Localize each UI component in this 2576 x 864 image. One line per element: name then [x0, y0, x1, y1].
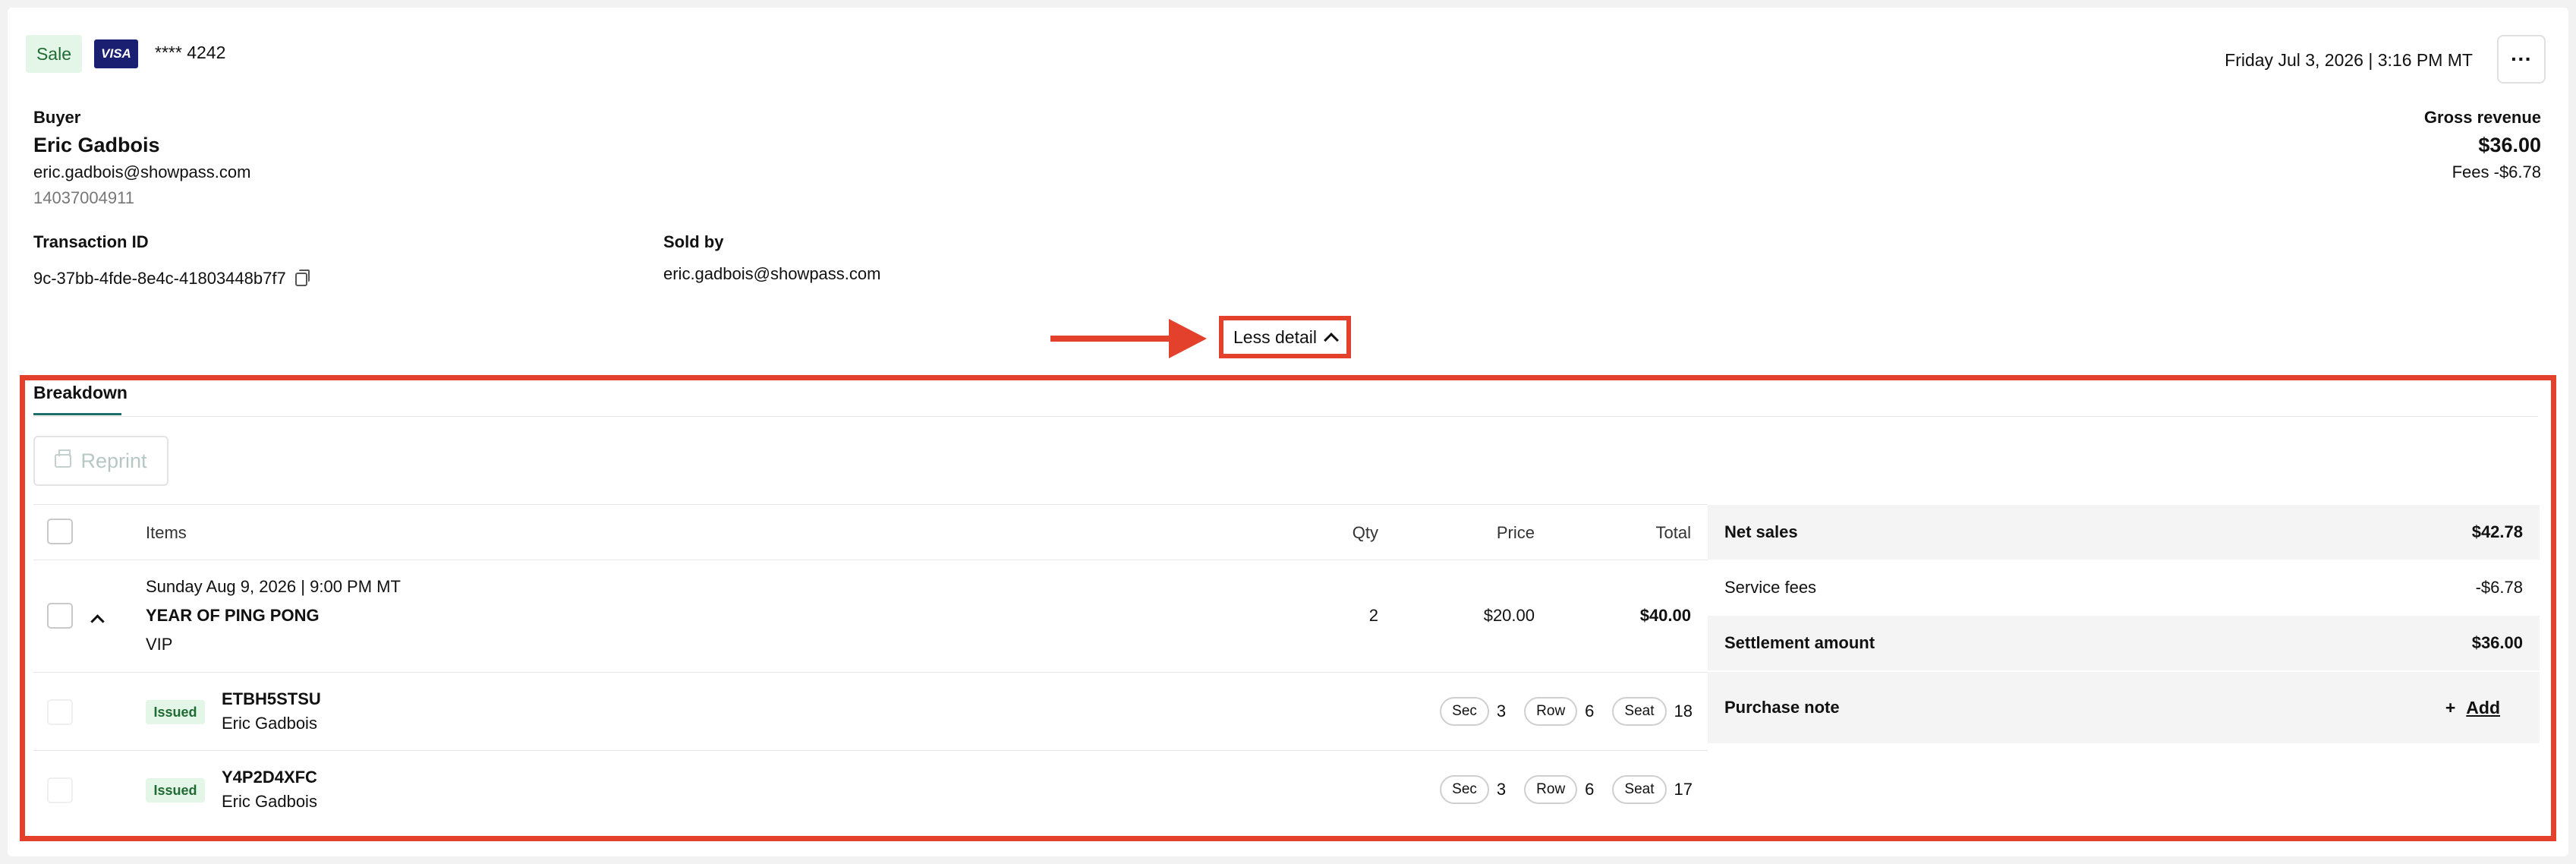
row-value: 6 — [1585, 780, 1595, 799]
less-detail-label: Less detail — [1233, 326, 1317, 347]
net-sales-value: $42.78 — [2471, 522, 2523, 541]
gross-revenue-label: Gross revenue — [2423, 108, 2541, 127]
status-badge: Issued — [146, 778, 205, 803]
seat-value: 18 — [1674, 702, 1693, 721]
item-price: $20.00 — [1483, 606, 1535, 625]
transaction-id: 9c-37bb-4fde-8e4c-41803448b7f7 — [33, 269, 286, 288]
ticket-holder: Eric Gadbois — [222, 714, 317, 733]
seat-pill: Seat — [1612, 697, 1667, 726]
item-ticket-tier: VIP — [146, 635, 173, 654]
service-fees-value: -$6.78 — [2475, 578, 2523, 597]
more-options-button[interactable]: ··· — [2497, 35, 2546, 84]
service-fees-row: Service fees -$6.78 — [1708, 560, 2540, 616]
buyer-label: Buyer — [33, 108, 81, 127]
row-pill: Row — [1524, 697, 1578, 726]
settlement-value: $36.00 — [2471, 633, 2523, 652]
plus-icon: + — [2445, 697, 2456, 717]
service-fees-label: Service fees — [1724, 578, 1817, 597]
row-pill: Row — [1524, 775, 1578, 804]
net-sales-row: Net sales $42.78 — [1708, 505, 2540, 560]
sold-by-label: Sold by — [663, 232, 724, 251]
sec-value: 3 — [1496, 780, 1507, 799]
table-row: Issued Y4P2D4XFC Eric Gadbois Sec 3 Row … — [33, 751, 1708, 828]
seat-pill: Seat — [1612, 775, 1667, 804]
tab-divider — [33, 416, 2538, 417]
visa-card-icon: VISA — [94, 39, 138, 68]
transaction-id-row: 9c-37bb-4fde-8e4c-41803448b7f7 — [33, 269, 310, 289]
sec-pill: Sec — [1440, 697, 1489, 726]
add-note-label: Add — [2466, 697, 2500, 717]
annotation-arrow-line — [1050, 336, 1172, 342]
purchase-note-label: Purchase note — [1724, 698, 1840, 717]
transaction-datetime: Friday Jul 3, 2026 | 3:16 PM MT — [2225, 50, 2473, 70]
less-detail-toggle[interactable]: Less detail — [1219, 316, 1351, 358]
reprint-button[interactable]: Reprint — [33, 436, 168, 486]
item-qty: 2 — [1368, 606, 1378, 625]
ticket-checkbox[interactable] — [47, 699, 73, 725]
status-badge: Issued — [146, 700, 205, 724]
transaction-id-label: Transaction ID — [33, 232, 149, 251]
seat-info: Sec 3 Row 6 Seat 18 — [1440, 697, 1693, 726]
price-header: Price — [1496, 523, 1535, 542]
more-icon: ··· — [2511, 47, 2532, 71]
item-total: $40.00 — [1639, 606, 1691, 625]
select-all-checkbox[interactable] — [47, 519, 73, 544]
purchase-note-row: Purchase note + Add — [1708, 672, 2540, 743]
seat-value: 17 — [1674, 780, 1693, 799]
buyer-email: eric.gadbois@showpass.com — [33, 162, 251, 181]
item-event-date: Sunday Aug 9, 2026 | 9:00 PM MT — [146, 577, 401, 596]
ticket-code: Y4P2D4XFC — [222, 768, 317, 787]
sale-badge: Sale — [26, 35, 82, 73]
settlement-row: Settlement amount $36.00 — [1708, 616, 2540, 670]
row-value: 6 — [1585, 702, 1595, 721]
qty-header: Qty — [1352, 523, 1378, 542]
chevron-up-icon — [90, 614, 105, 629]
tab-breakdown[interactable]: Breakdown — [33, 383, 128, 403]
tab-active-indicator — [33, 413, 121, 415]
buyer-phone: 14037004911 — [33, 188, 134, 207]
ticket-code: ETBH5STSU — [222, 689, 321, 708]
table-row: Issued ETBH5STSU Eric Gadbois Sec 3 Row … — [33, 673, 1708, 750]
table-top-divider — [33, 504, 1708, 505]
chevron-up-icon — [1324, 333, 1339, 348]
sec-value: 3 — [1496, 702, 1507, 721]
annotation-arrow-head — [1169, 319, 1207, 358]
net-sales-label: Net sales — [1724, 522, 1798, 541]
settlement-label: Settlement amount — [1724, 633, 1875, 652]
item-row-checkbox[interactable] — [47, 603, 73, 629]
gross-revenue-amount: $36.00 — [2478, 134, 2541, 156]
reprint-label: Reprint — [80, 449, 147, 472]
copy-icon[interactable] — [294, 270, 310, 287]
seat-info: Sec 3 Row 6 Seat 17 — [1440, 775, 1693, 804]
sold-by-value: eric.gadbois@showpass.com — [663, 264, 881, 283]
buyer-name: Eric Gadbois — [33, 134, 160, 156]
fees-amount: Fees -$6.78 — [2452, 162, 2541, 181]
collapse-item-button[interactable] — [90, 610, 105, 630]
items-header: Items — [146, 523, 187, 542]
card-last4: **** 4242 — [155, 43, 226, 62]
ticket-holder: Eric Gadbois — [222, 792, 317, 811]
printer-icon — [55, 449, 72, 468]
total-header: Total — [1655, 523, 1691, 542]
item-event-name: YEAR OF PING PONG — [146, 606, 320, 625]
add-note-button[interactable]: + Add — [2445, 698, 2500, 718]
ticket-checkbox[interactable] — [47, 777, 73, 803]
sec-pill: Sec — [1440, 775, 1489, 804]
